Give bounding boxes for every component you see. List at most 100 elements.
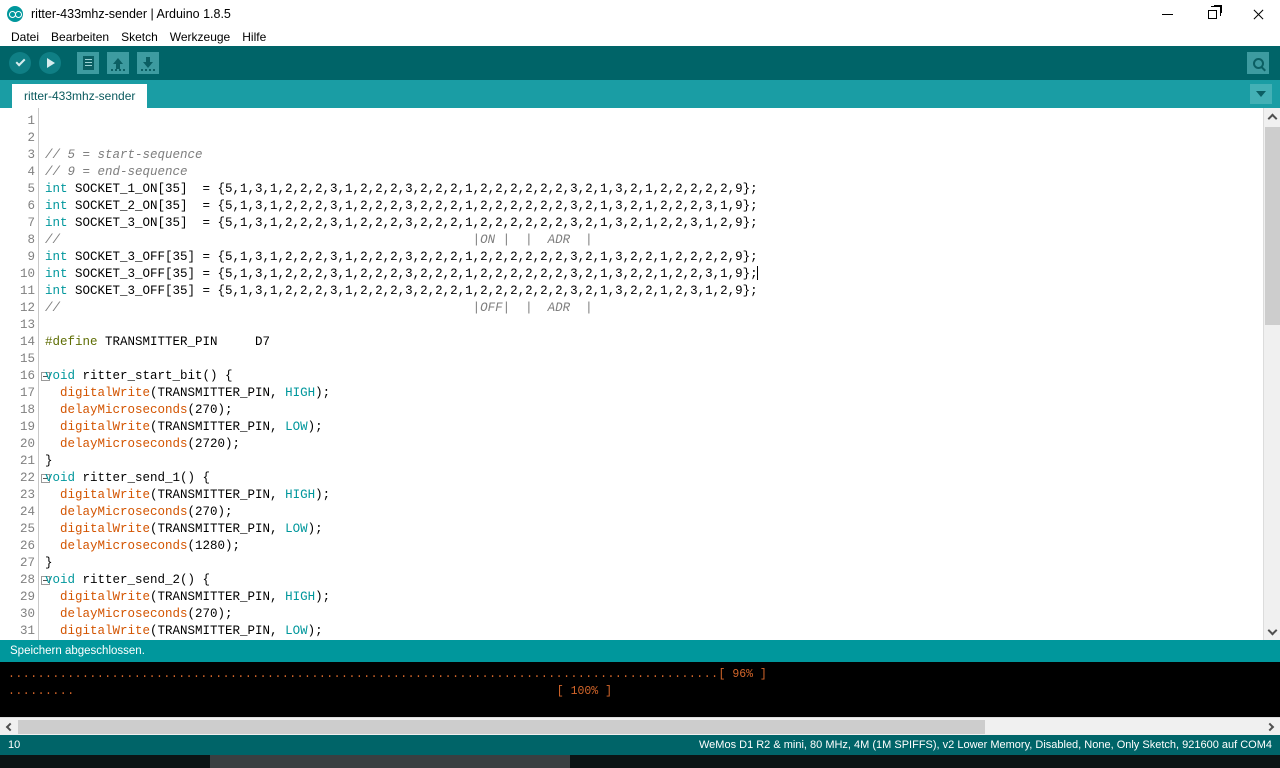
menu-item-hilfe[interactable]: Hilfe [236,29,272,45]
code-line[interactable]: digitalWrite(TRANSMITTER_PIN, LOW); [45,521,1263,538]
code-token: delayMicroseconds [60,437,188,451]
code-token: } [45,454,53,468]
code-line[interactable]: delayMicroseconds(2720); [45,436,1263,453]
menu-item-werkzeuge[interactable]: Werkzeuge [164,29,236,45]
vertical-scrollbar[interactable] [1263,108,1280,640]
code-token: (2720); [187,437,241,451]
code-line[interactable]: } [45,453,1263,470]
code-token: SOCKET_1_ON[35] = {5,1,3,1,2,2,2,3,1,2,2… [67,182,758,196]
serial-monitor-button[interactable] [1244,49,1272,77]
code-line[interactable]: // 9 = end-sequence [45,164,1263,181]
toolbar [0,46,1280,80]
code-line[interactable]: int SOCKET_1_ON[35] = {5,1,3,1,2,2,2,3,1… [45,181,1263,198]
scroll-right-button[interactable] [1263,718,1280,735]
code-line[interactable]: } [45,555,1263,572]
code-token: ); [315,488,331,502]
horizontal-scroll-thumb[interactable] [18,720,985,734]
tab-ritter-433mhz-sender[interactable]: ritter-433mhz-sender [12,84,148,108]
code-content[interactable]: // 5 = start-sequence // 9 = end-sequence… [38,108,1263,640]
scroll-down-button[interactable] [1264,623,1280,640]
menu-item-sketch[interactable]: Sketch [115,29,164,45]
cursor-line-number: 10 [8,739,21,751]
code-line[interactable]: digitalWrite(TRANSMITTER_PIN, HIGH); [45,385,1263,402]
code-token: SOCKET_3_OFF[35] = {5,1,3,1,2,2,2,3,1,2,… [67,267,758,281]
tab-menu-button[interactable] [1250,84,1272,104]
code-line[interactable]: digitalWrite(TRANSMITTER_PIN, HIGH); [45,589,1263,606]
code-line[interactable] [45,113,1263,130]
code-token: int [45,250,68,264]
new-button[interactable] [74,49,102,77]
close-icon [1252,9,1263,20]
verify-button[interactable] [6,49,34,77]
code-line[interactable]: // |OFF| | ADR | [45,300,1263,317]
code-line[interactable]: delayMicroseconds(1280); [45,538,1263,555]
code-line[interactable]: void ritter_send_2() { [45,572,1263,589]
chevron-down-icon [1256,91,1266,97]
open-button[interactable] [104,49,132,77]
code-line[interactable]: // |ON | | ADR | [45,232,1263,249]
console-output[interactable]: ........................................… [0,662,1280,717]
code-line[interactable]: int SOCKET_3_OFF[35] = {5,1,3,1,2,2,2,3,… [45,283,1263,300]
code-line[interactable] [45,130,1263,147]
vertical-scroll-thumb[interactable] [1265,127,1280,325]
menu-item-bearbeiten[interactable]: Bearbeiten [45,29,115,45]
code-line[interactable]: digitalWrite(TRANSMITTER_PIN, LOW); [45,419,1263,436]
line-number: 30 [19,607,35,621]
line-number: 21 [19,454,35,468]
code-token: (270); [187,403,233,417]
code-line[interactable] [45,317,1263,334]
save-button[interactable] [134,49,162,77]
line-number: 25 [19,522,35,536]
minimize-button[interactable] [1145,0,1190,28]
code-line[interactable]: void ritter_start_bit() { [45,368,1263,385]
taskbar-window-button[interactable] [210,755,570,768]
upload-button[interactable] [36,49,64,77]
code-line[interactable] [45,351,1263,368]
code-token: int [45,199,68,213]
scroll-left-button[interactable] [0,718,17,735]
close-button[interactable] [1235,0,1280,28]
console-line: ........................................… [8,666,1272,683]
code-line[interactable]: // 5 = start-sequence [45,147,1263,164]
code-token: ); [315,590,331,604]
code-line[interactable]: digitalWrite(TRANSMITTER_PIN, HIGH); [45,487,1263,504]
code-line[interactable]: int SOCKET_2_ON[35] = {5,1,3,1,2,2,2,3,1… [45,198,1263,215]
code-token: (1280); [187,539,241,553]
code-line[interactable]: delayMicroseconds(270); [45,504,1263,521]
horizontal-scrollbar[interactable] [0,717,1280,735]
line-number: 8 [27,233,35,247]
code-line[interactable]: int SOCKET_3_ON[35] = {5,1,3,1,2,2,2,3,1… [45,215,1263,232]
code-line[interactable]: int SOCKET_3_OFF[35] = {5,1,3,1,2,2,2,3,… [45,266,1263,283]
code-line[interactable]: int SOCKET_3_OFF[35] = {5,1,3,1,2,2,2,3,… [45,249,1263,266]
maximize-button[interactable] [1190,0,1235,28]
code-token: SOCKET_3_ON[35] = {5,1,3,1,2,2,2,3,1,2,2… [67,216,758,230]
menu-item-datei[interactable]: Datei [5,29,45,45]
code-token: ); [315,386,331,400]
status-message: Speichern abgeschlossen. [0,640,1280,662]
line-number: 1 [27,114,35,128]
minimize-icon [1162,13,1173,15]
line-number: 19 [19,420,35,434]
code-token: LOW [285,420,308,434]
code-token: delayMicroseconds [60,505,188,519]
code-line[interactable]: digitalWrite(TRANSMITTER_PIN, LOW); [45,623,1263,640]
code-token: digitalWrite [60,386,151,400]
line-number: 15 [19,352,35,366]
line-number: 18 [19,403,35,417]
code-editor[interactable]: 1 2 3 4 5 6 7 8 9 10 11 12 13 14 15 16 17 18 19 20 21 22 23 24 2… [0,108,1263,640]
code-line[interactable]: delayMicroseconds(270); [45,402,1263,419]
scroll-up-button[interactable] [1264,108,1280,125]
code-token: digitalWrite [60,488,151,502]
code-token: ); [307,420,323,434]
code-line[interactable]: void ritter_send_1() { [45,470,1263,487]
code-token: (TRANSMITTER_PIN, [150,624,286,638]
status-bar: 10 WeMos D1 R2 & mini, 80 MHz, 4M (1M SP… [0,735,1280,755]
code-line[interactable]: delayMicroseconds(270); [45,606,1263,623]
code-token: (TRANSMITTER_PIN, [150,590,286,604]
arrow-up-icon [107,52,129,74]
code-line[interactable]: #define TRANSMITTER_PIN D7 [45,334,1263,351]
line-number: 28 [0,572,50,589]
code-token: delayMicroseconds [60,607,188,621]
